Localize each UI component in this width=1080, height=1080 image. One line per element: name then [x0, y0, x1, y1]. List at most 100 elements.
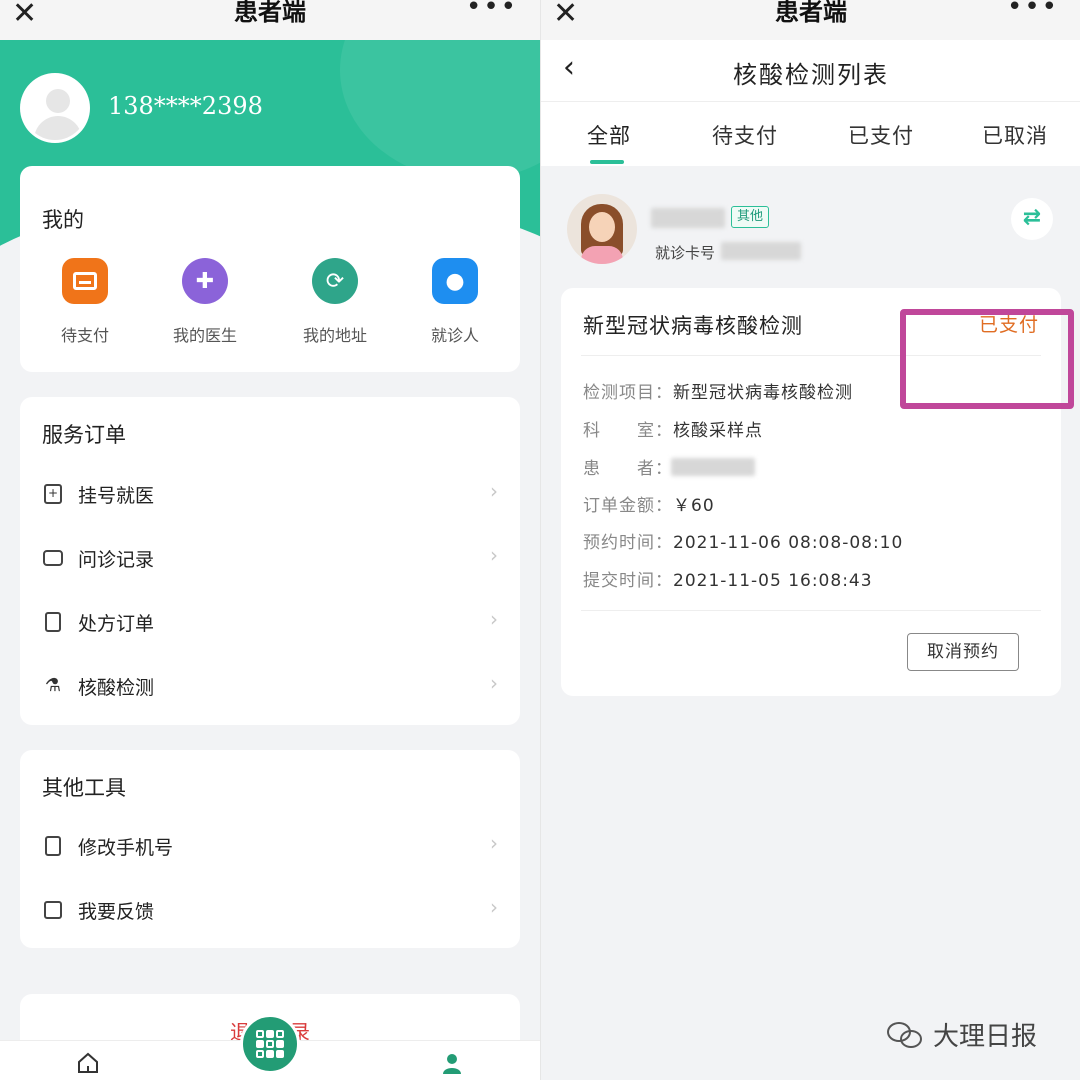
- qr-code-icon: [256, 1030, 284, 1058]
- menu-item-label: 挂号就医: [78, 485, 155, 507]
- home-icon[interactable]: [76, 1051, 100, 1075]
- chevron-right-icon: ›: [490, 607, 498, 631]
- patient-selector: 其他 就诊卡号 ⇄: [541, 180, 1080, 280]
- chevron-right-icon: ›: [490, 479, 498, 503]
- edit-icon: [42, 899, 64, 921]
- medical-card-number-redacted: [721, 242, 801, 260]
- shortcut-label: 我的地址: [302, 326, 367, 345]
- page-title: 核酸检测列表: [733, 61, 889, 89]
- divider: [581, 610, 1041, 611]
- shortcut-label: 待支付: [60, 326, 109, 345]
- field-department: 科 室：核酸采样点: [583, 416, 763, 441]
- field-key: 科 室：: [583, 421, 673, 441]
- mine-card: 我的 待支付 ✚ 我的医生 ⟳ 我的地址 ● 就诊人: [20, 166, 520, 372]
- switch-patient-button[interactable]: ⇄: [1011, 198, 1053, 240]
- shortcut-patients[interactable]: ● 就诊人: [410, 258, 500, 346]
- menu-item-feedback[interactable]: 我要反馈 ›: [20, 885, 520, 935]
- nav-bar: ‹ 核酸检测列表: [541, 40, 1080, 102]
- shortcut-my-doctor[interactable]: ✚ 我的医生: [160, 258, 250, 346]
- menu-item-label: 问诊记录: [78, 549, 155, 571]
- patient-name-redacted: [651, 208, 725, 228]
- window-title: 患者端: [234, 0, 306, 26]
- wallet-icon: [62, 258, 108, 304]
- tab-cancelled[interactable]: 已取消: [947, 120, 1080, 150]
- phone-icon: [42, 835, 64, 857]
- menu-item-label: 处方订单: [78, 613, 155, 635]
- cancel-appointment-button[interactable]: 取消预约: [907, 633, 1019, 671]
- field-key: 患 者：: [583, 459, 673, 479]
- menu-item-consultations[interactable]: 问诊记录 ›: [20, 533, 520, 583]
- field-amount: 订单金额：￥60: [583, 491, 715, 516]
- avatar[interactable]: [20, 73, 90, 143]
- tab-paid[interactable]: 已支付: [813, 120, 949, 150]
- menu-item-registration[interactable]: + 挂号就医 ›: [20, 469, 520, 519]
- window-title: 患者端: [775, 0, 847, 26]
- service-orders-title: 服务订单: [42, 423, 126, 447]
- tab-pending-payment[interactable]: 待支付: [677, 120, 813, 150]
- watermark-text: 大理日报: [933, 1022, 1038, 1052]
- field-value: 2021-11-05 16:08:43: [673, 571, 873, 591]
- medical-card-label: 就诊卡号: [655, 244, 716, 262]
- field-key: 预约时间：: [583, 533, 673, 553]
- menu-item-nucleic-acid-test[interactable]: ⚗ 核酸检测 ›: [20, 661, 520, 711]
- field-patient: 患 者：: [583, 454, 673, 479]
- patient-relation-tag: 其他: [731, 206, 770, 228]
- field-appointment-time: 预约时间：2021-11-06 08:08-08:10: [583, 528, 903, 553]
- field-value: 核酸采样点: [673, 421, 763, 441]
- chat-icon: [42, 547, 64, 569]
- watermark: 大理日报: [887, 1016, 1037, 1053]
- field-value: 2021-11-06 08:08-08:10: [673, 533, 904, 553]
- mine-title: 我的: [42, 208, 84, 232]
- other-tools-title: 其他工具: [42, 776, 126, 800]
- shortcut-my-address[interactable]: ⟳ 我的地址: [290, 258, 380, 346]
- status-tabs: 全部 待支付 已支付 已取消: [541, 102, 1080, 166]
- profile-screen: ✕ 患者端 ••• 138****2398 我的 待支付 ✚ 我的医生 ⟳ 我的…: [0, 0, 540, 1080]
- chevron-right-icon: ›: [490, 831, 498, 855]
- chevron-right-icon: ›: [490, 543, 498, 567]
- flask-icon: ⚗: [44, 675, 62, 696]
- nurse-icon: ✚: [182, 258, 228, 304]
- field-test-item: 检测项目：新型冠状病毒核酸检测: [583, 378, 853, 403]
- divider: [581, 355, 1041, 356]
- profile-tab-icon[interactable]: [440, 1051, 464, 1075]
- menu-item-change-phone[interactable]: 修改手机号 ›: [20, 821, 520, 871]
- wechat-icon: [887, 1020, 925, 1050]
- field-key: 订单金额：: [583, 496, 673, 516]
- other-tools-card: 其他工具 修改手机号 › 我要反馈 ›: [20, 750, 520, 948]
- location-icon: ⟳: [312, 258, 358, 304]
- menu-item-prescriptions[interactable]: 处方订单 ›: [20, 597, 520, 647]
- order-status: 已支付: [978, 314, 1039, 336]
- chevron-right-icon: ›: [490, 895, 498, 919]
- menu-item-label: 修改手机号: [78, 837, 174, 859]
- active-tab-indicator: [590, 160, 624, 164]
- more-icon[interactable]: •••: [466, 0, 518, 22]
- field-key: 提交时间：: [583, 571, 673, 591]
- user-phone: 138****2398: [108, 92, 263, 120]
- order-card[interactable]: 新型冠状病毒核酸检测 已支付 检测项目：新型冠状病毒核酸检测 科 室：核酸采样点…: [561, 288, 1061, 696]
- tab-all[interactable]: 全部: [541, 120, 677, 150]
- swap-icon: ⇄: [1022, 205, 1042, 230]
- order-title: 新型冠状病毒核酸检测: [583, 314, 803, 338]
- field-value: 新型冠状病毒核酸检测: [673, 383, 853, 403]
- field-value: ￥60: [673, 496, 715, 516]
- register-icon: +: [42, 483, 64, 505]
- field-submit-time: 提交时间：2021-11-05 16:08:43: [583, 566, 873, 591]
- mini-program-title-bar: ✕ 患者端 •••: [0, 0, 540, 40]
- patient-name-redacted: [671, 458, 755, 476]
- chevron-right-icon: ›: [490, 671, 498, 695]
- service-orders-card: 服务订单 + 挂号就医 › 问诊记录 › 处方订单 › ⚗ 核酸检测 ›: [20, 397, 520, 725]
- menu-item-label: 核酸检测: [78, 677, 155, 699]
- nucleic-acid-list-screen: ✕ 患者端 ••• ‹ 核酸检测列表 全部 待支付 已支付 已取消 其他 就诊卡…: [540, 0, 1080, 1080]
- field-key: 检测项目：: [583, 383, 673, 403]
- shortcut-pending-payment[interactable]: 待支付: [40, 258, 130, 346]
- mini-program-title-bar: ✕ 患者端 •••: [541, 0, 1080, 40]
- header-decoration: [340, 40, 540, 180]
- more-icon[interactable]: •••: [1007, 0, 1059, 22]
- person-icon: ●: [432, 258, 478, 304]
- qr-code-button[interactable]: [240, 1014, 300, 1074]
- menu-item-label: 我要反馈: [78, 901, 155, 923]
- patient-avatar: [567, 194, 637, 264]
- clipboard-icon: [42, 611, 64, 633]
- shortcut-label: 就诊人: [430, 326, 479, 345]
- shortcut-label: 我的医生: [172, 326, 237, 345]
